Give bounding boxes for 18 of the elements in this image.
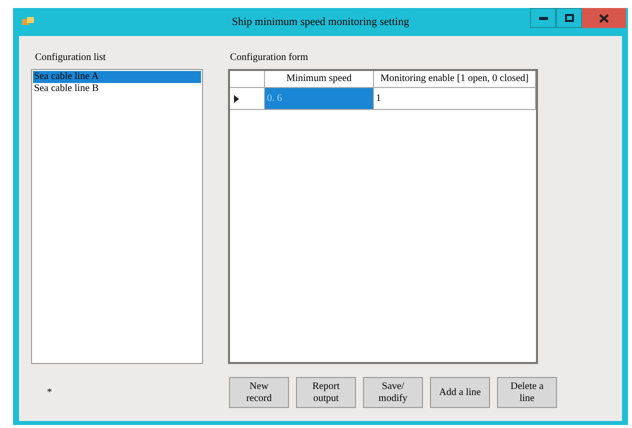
close-icon [599, 14, 609, 22]
action-button[interactable]: Save/ modify [363, 377, 423, 408]
action-button[interactable]: Report output [296, 377, 356, 408]
minimize-button[interactable] [530, 8, 556, 28]
action-button[interactable]: New record [229, 377, 289, 408]
table-cell[interactable]: 1 [374, 88, 536, 109]
app-icon [22, 17, 34, 27]
action-button[interactable]: Delete a line [497, 377, 557, 408]
window-title: Ship minimum speed monitoring setting [232, 14, 410, 30]
list-label: Configuration list [35, 51, 107, 65]
list-item[interactable]: Sea cable line A [33, 71, 201, 83]
form-label: Configuration form [230, 51, 310, 65]
action-button[interactable]: Add a line [430, 377, 490, 408]
column-header[interactable]: Monitoring enable [1 open, 0 closed] [374, 71, 536, 87]
column-header[interactable]: Minimum speed [265, 71, 374, 87]
list-item[interactable]: Sea cable line B [33, 83, 201, 95]
status-mark: * [47, 386, 53, 400]
close-button[interactable] [582, 8, 626, 28]
